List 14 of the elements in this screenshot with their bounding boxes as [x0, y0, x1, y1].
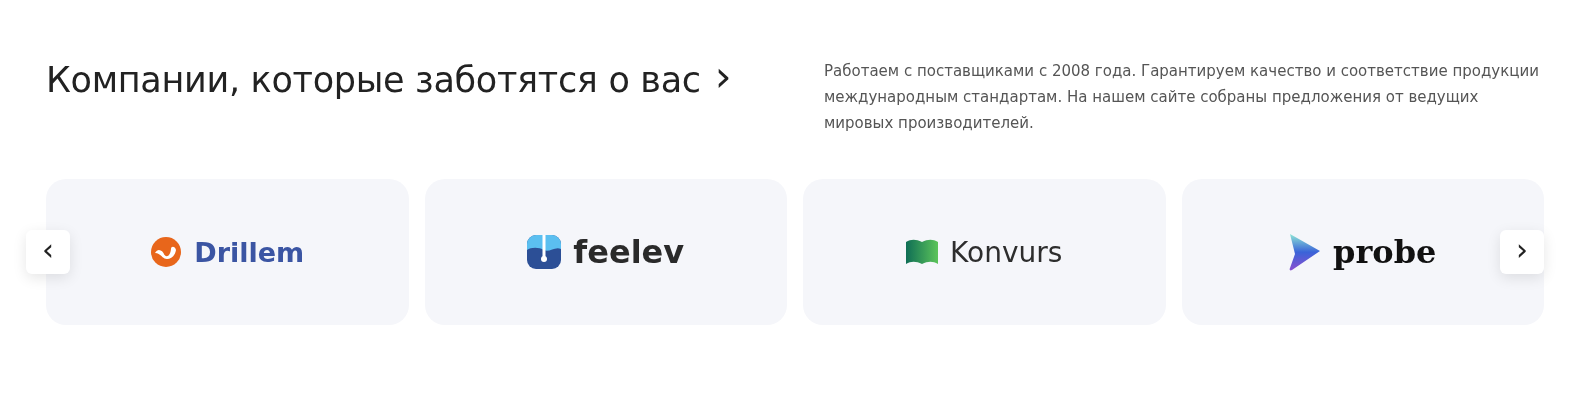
section-title: Компании, которые заботятся о вас: [46, 60, 701, 100]
brand-card[interactable]: feelev: [424, 179, 787, 325]
brand-name: Konvurs: [950, 235, 1063, 269]
brand-name: feelev: [573, 233, 685, 271]
play-arrow-icon: [1289, 233, 1322, 271]
chevron-right-icon[interactable]: ›: [714, 56, 732, 98]
previous-button[interactable]: ‹: [26, 230, 70, 274]
swirl-icon: [150, 236, 183, 268]
next-button[interactable]: ›: [1500, 230, 1544, 274]
brand-name: Drillem: [194, 236, 305, 268]
shield-icon: [527, 235, 562, 269]
book-icon: [906, 238, 939, 266]
brand-card[interactable]: Konvurs: [803, 179, 1166, 325]
brand-name: probe: [1333, 233, 1437, 271]
